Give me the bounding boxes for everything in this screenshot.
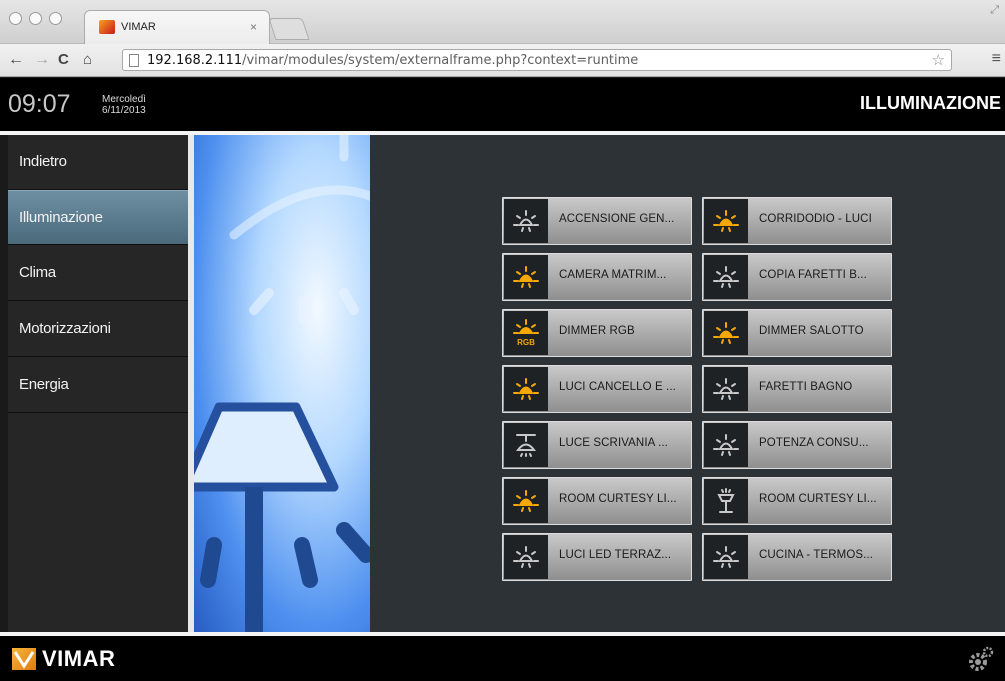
page-title: ILLUMINAZIONE (860, 93, 1001, 113)
sidebar-item-label: Indietro (19, 153, 67, 170)
svg-text:RGB: RGB (517, 338, 535, 347)
close-window-icon[interactable] (9, 12, 22, 25)
light-tile-label: ACCENSIONE GEN... (559, 213, 675, 225)
rgb-bulb-icon[interactable]: RGB (504, 311, 548, 355)
tab-title: VIMAR (121, 21, 156, 33)
light-tile-label: FARETTI BAGNO (759, 381, 853, 393)
zoom-window-icon[interactable] (49, 12, 62, 25)
light-tile[interactable]: FARETTI BAGNO (702, 365, 892, 413)
light-tile[interactable]: LUCI CANCELLO E ... (502, 365, 692, 413)
vimar-logo-icon (12, 648, 36, 670)
fullscreen-icon[interactable]: ⤢ (990, 4, 999, 17)
light-tile[interactable]: DIMMER SALOTTO (702, 309, 892, 357)
brand-name: VIMAR (42, 646, 116, 671)
bulb-icon[interactable] (704, 255, 748, 299)
bulb-icon[interactable] (704, 199, 748, 243)
app-header: 09:07 Mercoledì 6/11/2013 ILLUMINAZIONE (0, 78, 1005, 131)
date-display: Mercoledì 6/11/2013 (102, 94, 146, 116)
vimar-favicon-icon (99, 20, 115, 34)
bulb-icon[interactable] (504, 199, 548, 243)
light-tile-label: DIMMER SALOTTO (759, 325, 864, 337)
light-tile-label: LUCI LED TERRAZ... (559, 549, 672, 561)
light-tile[interactable]: LUCE SCRIVANIA ... (502, 421, 692, 469)
lighting-illustration (194, 135, 370, 632)
sidebar-item-label: Energia (19, 376, 69, 393)
home-button[interactable]: ⌂ (83, 51, 92, 68)
bulb-icon[interactable] (704, 311, 748, 355)
light-tile-label: CUCINA - TERMOS... (759, 549, 874, 561)
light-tile-label: LUCI CANCELLO E ... (559, 381, 676, 393)
new-tab-button[interactable] (268, 18, 310, 40)
light-tile-label: CAMERA MATRIM... (559, 269, 667, 281)
bulb-icon[interactable] (504, 479, 548, 523)
address-bar[interactable]: 192.168.2.111/vimar/modules/system/exter… (122, 49, 952, 71)
light-tile[interactable]: ROOM CURTESY LI... (702, 477, 892, 525)
light-tile[interactable]: CUCINA - TERMOS... (702, 533, 892, 581)
bulb-icon[interactable] (504, 255, 548, 299)
page-icon (129, 54, 139, 67)
settings-gear-icon[interactable] (967, 645, 995, 673)
sidebar-item-indietro[interactable]: Indietro (8, 135, 188, 190)
light-tile-label: COPIA FARETTI B... (759, 269, 867, 281)
pendant-lamp-icon[interactable] (504, 423, 548, 467)
light-tile-label: CORRIDODIO - LUCI (759, 213, 872, 225)
url-text: 192.168.2.111/vimar/modules/system/exter… (147, 53, 639, 68)
lamp-illustration-icon (194, 135, 370, 632)
sidebar-item-label: Clima (19, 264, 56, 281)
light-tile[interactable]: CORRIDODIO - LUCI (702, 197, 892, 245)
bookmark-star-icon[interactable]: ☆ (932, 51, 945, 69)
app-footer: VIMAR (0, 636, 1005, 681)
tab-close-button[interactable]: × (250, 20, 257, 34)
tab-bar: VIMAR × ⤢ (0, 0, 1005, 44)
light-tile-label: ROOM CURTESY LI... (559, 493, 677, 505)
light-tile[interactable]: CAMERA MATRIM... (502, 253, 692, 301)
light-tile[interactable]: ACCENSIONE GEN... (502, 197, 692, 245)
light-tile-label: ROOM CURTESY LI... (759, 493, 877, 505)
bulb-icon[interactable] (704, 367, 748, 411)
navigation-bar: ← → C ⌂ 192.168.2.111/vimar/modules/syst… (0, 44, 1005, 77)
sidebar-item-label: Motorizzazioni (19, 320, 111, 337)
sidebar-item-clima[interactable]: Clima (8, 246, 188, 301)
back-button[interactable]: ← (8, 51, 24, 69)
light-tile[interactable]: COPIA FARETTI B... (702, 253, 892, 301)
bulb-icon[interactable] (704, 535, 748, 579)
sidebar-item-motorizzazioni[interactable]: Motorizzazioni (8, 302, 188, 357)
sidebar: Indietro Illuminazione Clima Motorizzazi… (8, 135, 188, 632)
sidebar-item-illuminazione[interactable]: Illuminazione (8, 190, 188, 245)
forward-button[interactable]: → (34, 51, 50, 69)
light-tile[interactable]: POTENZA CONSU... (702, 421, 892, 469)
light-tile-label: LUCE SCRIVANIA ... (559, 437, 668, 449)
browser-window: VIMAR × ⤢ ← → C ⌂ 192.168.2.111/vimar/mo… (0, 0, 1005, 681)
browser-menu-icon[interactable]: ≡ (992, 50, 1001, 68)
bulb-icon[interactable] (704, 423, 748, 467)
sidebar-item-label: Illuminazione (19, 209, 103, 226)
light-tile[interactable]: RGB DIMMER RGB (502, 309, 692, 357)
floor-lamp-icon[interactable] (704, 479, 748, 523)
bulb-icon[interactable] (504, 367, 548, 411)
lights-panel: ACCENSIONE GEN... CORRIDODIO - LUCI CAMERA… (370, 135, 1005, 632)
browser-tab[interactable]: VIMAR × (84, 10, 270, 44)
light-tile-label: POTENZA CONSU... (759, 437, 869, 449)
clock-time: 09:07 (8, 90, 71, 118)
bulb-icon[interactable] (504, 535, 548, 579)
light-tile[interactable]: LUCI LED TERRAZ... (502, 533, 692, 581)
sidebar-item-energia[interactable]: Energia (8, 358, 188, 413)
reload-button[interactable]: C (58, 51, 69, 68)
light-tile-label: DIMMER RGB (559, 325, 635, 337)
light-tile[interactable]: ROOM CURTESY LI... (502, 477, 692, 525)
minimize-window-icon[interactable] (29, 12, 42, 25)
